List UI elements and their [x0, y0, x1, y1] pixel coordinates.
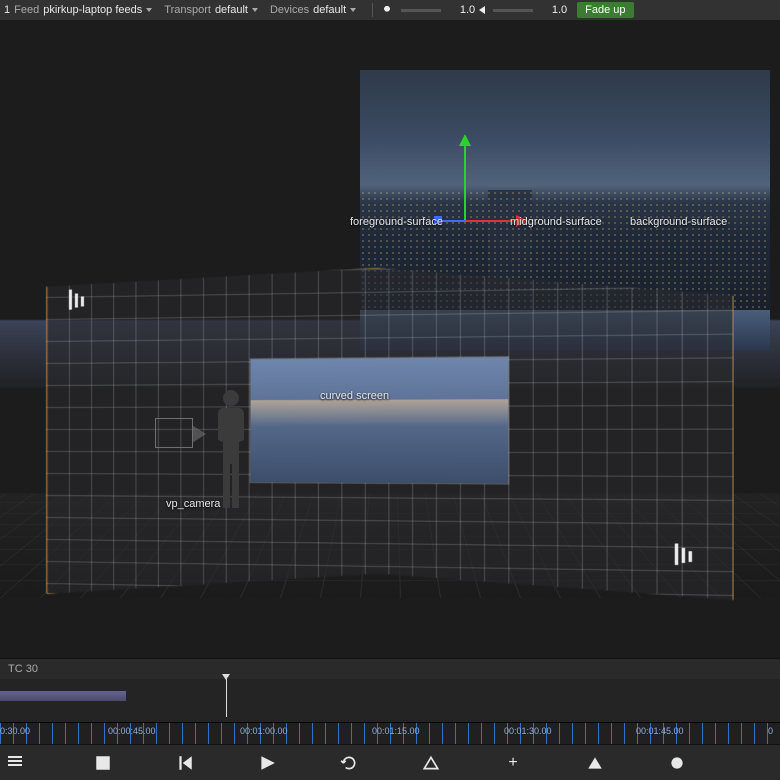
- ruler-tick: 00:00:45.00: [108, 726, 156, 736]
- marker-next-button[interactable]: [586, 754, 604, 772]
- transport-dropdown-value: default: [215, 4, 248, 16]
- ruler-tick: 00:01:00.00: [240, 726, 288, 736]
- fade-up-button[interactable]: Fade up: [577, 2, 633, 18]
- brightness-icon[interactable]: [381, 4, 393, 16]
- scene-index: 1: [4, 4, 10, 16]
- ruler-tick: 00:01:45.00: [636, 726, 684, 736]
- prev-button[interactable]: [176, 754, 194, 772]
- volume-slider[interactable]: [493, 9, 533, 12]
- screen-cutout: [251, 357, 509, 483]
- marker-prev-button[interactable]: [422, 754, 440, 772]
- camera-object[interactable]: [155, 418, 193, 448]
- devices-dropdown-value: default: [313, 4, 346, 16]
- timeline-meta: TC 30: [0, 659, 780, 679]
- volume-icon[interactable]: [479, 6, 485, 14]
- ruler-tick: 0:30.00: [0, 726, 30, 736]
- hamburger-menu-icon[interactable]: [6, 752, 24, 770]
- play-button[interactable]: [258, 754, 276, 772]
- record-button[interactable]: [668, 754, 686, 772]
- gizmo-y-axis-icon[interactable]: [464, 144, 466, 222]
- transport-controls: +: [0, 744, 780, 780]
- transform-gizmo[interactable]: [420, 144, 540, 264]
- ruler-tick: 0: [768, 726, 773, 736]
- logo-marker-icon: [69, 290, 87, 312]
- clip[interactable]: [0, 691, 126, 701]
- chevron-down-icon: [350, 8, 356, 12]
- top-toolbar: 1 Feed pkirkup-laptop feeds Transport de…: [0, 0, 780, 20]
- curved-screen-mesh[interactable]: [46, 261, 734, 607]
- devices-dropdown[interactable]: default: [313, 4, 356, 16]
- feed-dropdown[interactable]: pkirkup-laptop feeds: [43, 4, 152, 16]
- playhead[interactable]: [226, 679, 227, 717]
- timeline-panel: TC 30 0:30.00 00:00:45.00 00:01:00.00 00…: [0, 658, 780, 780]
- viewport-3d[interactable]: foreground-surface midground-surface bac…: [0, 20, 780, 658]
- track-area[interactable]: [0, 679, 780, 722]
- devices-label: Devices: [270, 4, 309, 16]
- tc-label: TC 30: [8, 663, 38, 675]
- gizmo-x-axis-icon[interactable]: [466, 220, 518, 222]
- feed-label: Feed: [14, 4, 39, 16]
- transport-label: Transport: [164, 4, 211, 16]
- human-reference-icon: [210, 390, 252, 510]
- volume-value: 1.0: [541, 4, 567, 16]
- chevron-down-icon: [146, 8, 152, 12]
- chevron-down-icon: [252, 8, 258, 12]
- add-button[interactable]: +: [504, 754, 522, 772]
- logo-marker-icon: [675, 545, 696, 569]
- stop-button[interactable]: [94, 754, 112, 772]
- brightness-value: 1.0: [449, 4, 475, 16]
- time-ruler[interactable]: 0:30.00 00:00:45.00 00:01:00.00 00:01:15…: [0, 722, 780, 744]
- loop-button[interactable]: [340, 754, 358, 772]
- ruler-tick: 00:01:30.00: [504, 726, 552, 736]
- separator: [372, 3, 373, 17]
- transport-dropdown[interactable]: default: [215, 4, 258, 16]
- gizmo-z-axis-icon[interactable]: [442, 220, 466, 222]
- feed-dropdown-value: pkirkup-laptop feeds: [43, 4, 142, 16]
- brightness-slider[interactable]: [401, 9, 441, 12]
- ruler-tick: 00:01:15.00: [372, 726, 420, 736]
